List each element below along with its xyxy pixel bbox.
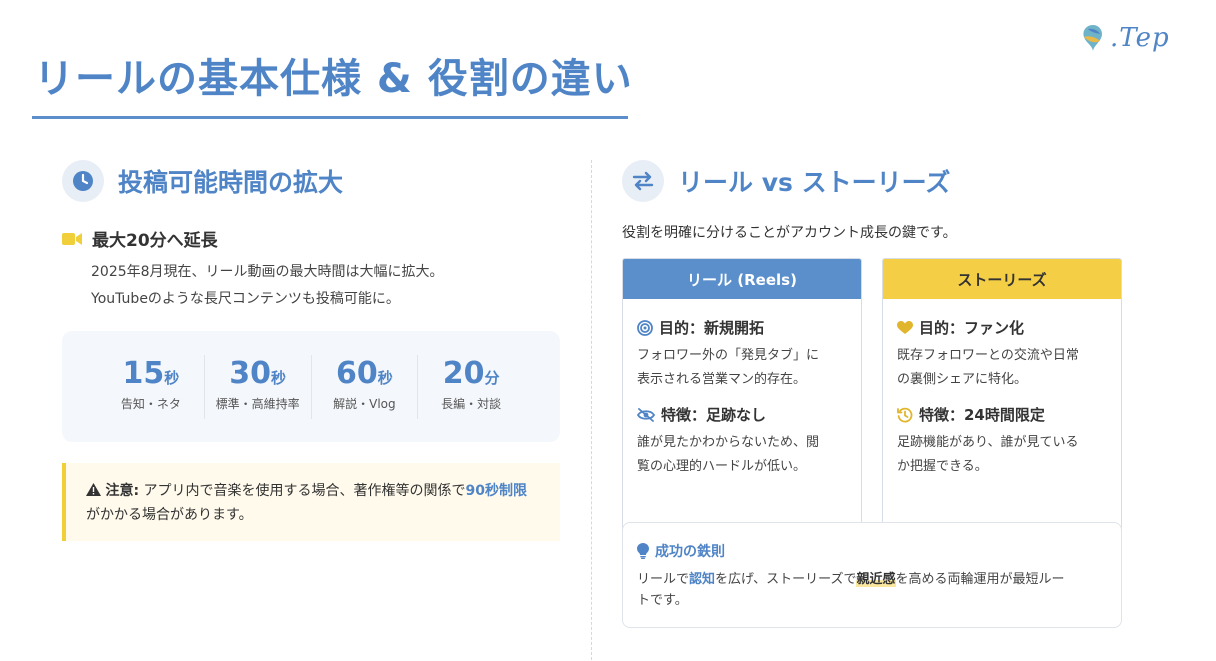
stat-label: 長編・対談	[441, 396, 502, 411]
stories-feature-desc: 足跡機能があり、誰が見ている か把握できる。	[897, 431, 1107, 479]
stat-item: 60秒 解説・Vlog	[310, 354, 418, 419]
stat-unit: 秒	[164, 368, 180, 387]
reels-feature-line-2: 覧の心理的ハードルが低い。	[637, 459, 807, 474]
success-rule-text: リールで認知を広げ、ストーリーズで親近感を高める両輪運用が最短ルートです。	[637, 569, 1107, 611]
history-icon	[897, 407, 913, 422]
warning-icon	[86, 483, 101, 496]
reels-purpose-line-1: フォロワー外の「発見タブ」に	[637, 348, 820, 363]
subhead-max-length: 最大20分へ延長	[62, 226, 218, 251]
title-underline	[32, 116, 628, 119]
stories-purpose-title: 目的：ファン化	[897, 317, 1107, 338]
stat-number: 20	[442, 355, 485, 391]
tip-text-3: を高める両輪運用が最短ルー	[895, 572, 1065, 587]
stat-item: 30秒 標準・高維持率	[203, 354, 311, 419]
stat-label: 告知・ネタ	[120, 396, 181, 411]
lightbulb-icon	[637, 543, 649, 559]
reels-feature-text: 特徴：足跡なし	[661, 406, 767, 424]
note-highlight: 90秒制限	[465, 483, 527, 499]
stories-purpose-line-1: 既存フォロワーとの交流や日常	[897, 348, 1079, 363]
tip-text-1: リールで	[637, 572, 690, 587]
note-text-2: がかかる場合があります。	[86, 507, 253, 523]
stat-unit: 分	[484, 368, 500, 387]
logo-text: .Tep	[1110, 23, 1170, 53]
duration-stats: 15秒 告知・ネタ 30秒 標準・高維持率 60秒 解説・Vlog 20分 長編…	[62, 331, 560, 442]
page-title: リールの基本仕様 & 役割の違い	[34, 56, 633, 102]
reels-purpose-title: 目的：新規開拓	[637, 317, 847, 338]
logo-mark-icon	[1083, 25, 1102, 51]
desc-line-1: 2025年8月現在、リール動画の最大時間は大幅に拡大。	[91, 264, 444, 280]
stat-item: 15秒 告知・ネタ	[98, 355, 204, 419]
stories-purpose-line-2: の裏側シェアに特化。	[897, 372, 1028, 387]
success-rule-box: 成功の鉄則 リールで認知を広げ、ストーリーズで親近感を高める両輪運用が最短ルート…	[622, 522, 1122, 628]
reels-feature-line-1: 誰が見たかわからないため、閲	[637, 435, 820, 450]
stories-feature-line-1: 足跡機能があり、誰が見ている	[897, 435, 1079, 450]
stories-feature-line-2: か把握できる。	[897, 459, 988, 474]
subhead-text: 最大20分へ延長	[92, 231, 218, 251]
stat-unit: 秒	[270, 368, 286, 387]
success-rule-title-text: 成功の鉄則	[655, 544, 725, 560]
right-section-title: リール vs ストーリーズ	[678, 168, 951, 197]
reels-feature-desc: 誰が見たかわからないため、閲 覧の心理的ハードルが低い。	[637, 431, 847, 479]
video-camera-icon	[62, 232, 82, 245]
stories-purpose-desc: 既存フォロワーとの交流や日常 の裏側シェアに特化。	[897, 344, 1107, 392]
stat-number: 30	[229, 355, 271, 391]
brand-logo: .Tep	[1080, 18, 1176, 58]
stat-item: 20分 長編・対談	[417, 354, 524, 419]
max-length-description: 2025年8月現在、リール動画の最大時間は大幅に拡大。 YouTubeのような長…	[91, 259, 561, 313]
comparison-lead: 役割を明確に分けることがアカウント成長の鍵です。	[622, 225, 957, 241]
stat-unit: 秒	[377, 368, 393, 387]
stat-label: 標準・高維持率	[215, 396, 300, 411]
swap-arrows-icon	[622, 160, 664, 202]
clock-icon	[62, 160, 104, 202]
tip-text-2: を広げ、ストーリーズで	[715, 572, 857, 587]
tip-highlight-awareness: 認知	[689, 572, 716, 587]
stories-purpose-text: 目的：ファン化	[919, 319, 1025, 337]
reels-card-header: リール (Reels)	[623, 259, 861, 299]
target-icon	[637, 319, 653, 336]
stories-feature-title: 特徴：24時間限定	[897, 404, 1107, 425]
eye-slash-icon	[637, 407, 655, 422]
reels-card: リール (Reels) 目的：新規開拓 フォロワー外の「発見タブ」に 表示される…	[622, 258, 862, 542]
note-text-1: アプリ内で音楽を使用する場合、著作権等の関係で	[139, 483, 466, 499]
reels-feature-title: 特徴：足跡なし	[637, 404, 847, 425]
stat-label: 解説・Vlog	[333, 396, 396, 411]
reels-purpose-text: 目的：新規開拓	[659, 319, 765, 337]
stories-card: ストーリーズ 目的：ファン化 既存フォロワーとの交流や日常 の裏側シェアに特化。…	[882, 258, 1122, 542]
success-rule-title: 成功の鉄則	[637, 541, 1107, 561]
tip-text-4: トです。	[637, 593, 688, 608]
heart-icon	[897, 320, 913, 334]
reels-purpose-line-2: 表示される営業マン的存在。	[637, 372, 807, 387]
note-label: 注意:	[105, 483, 140, 499]
tip-highlight-intimacy: 親近感	[856, 572, 896, 587]
desc-line-2: YouTubeのような長尺コンテンツも投稿可能に。	[91, 291, 400, 307]
left-section-header: 投稿可能時間の拡大	[62, 160, 343, 202]
music-limit-note: 注意: アプリ内で音楽を使用する場合、著作権等の関係で90秒制限がかかる場合があ…	[62, 463, 560, 541]
right-section-header: リール vs ストーリーズ	[622, 160, 950, 202]
stat-number: 15	[122, 355, 165, 391]
column-divider	[591, 160, 592, 660]
reels-purpose-desc: フォロワー外の「発見タブ」に 表示される営業マン的存在。	[637, 344, 847, 392]
left-section-title: 投稿可能時間の拡大	[118, 168, 344, 197]
stat-number: 60	[335, 355, 378, 391]
stories-feature-text: 特徴：24時間限定	[919, 406, 1045, 424]
stories-card-header: ストーリーズ	[883, 259, 1121, 299]
